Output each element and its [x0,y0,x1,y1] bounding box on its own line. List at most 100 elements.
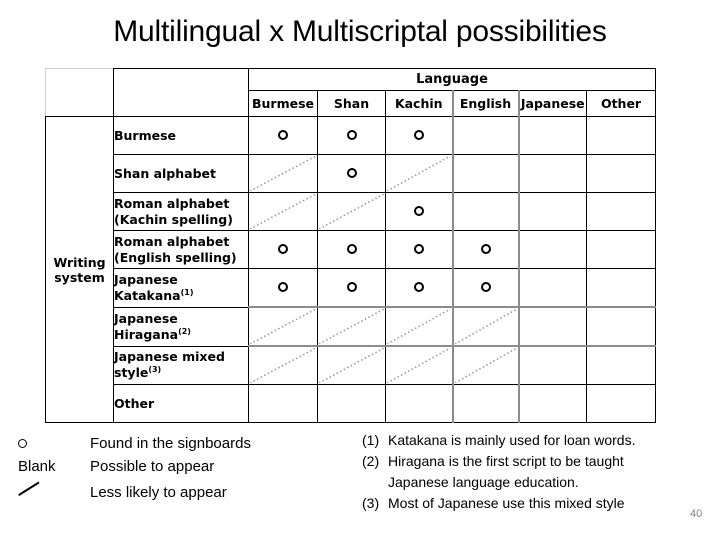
row-label-footnote-marker: (2) [178,326,191,336]
matrix-cell [585,230,657,269]
row-label-line1: Shan alphabet [114,165,216,181]
row-label: Roman alphabet (Kachin spelling) [113,192,249,231]
row-axis-label-line1: Writing [53,254,106,270]
diagonal-marker-icon [250,348,316,383]
matrix-cell [385,268,453,308]
row-label: Shan alphabet [113,154,249,193]
matrix-cell [317,384,386,423]
footnote-3-text: Most of Japanese use this mixed style [388,495,625,511]
matrix-cell [585,154,657,193]
matrix-cell [451,345,519,385]
column-header-english: English [451,90,519,117]
row-label-line1: Japanese [114,271,178,287]
circle-marker-icon [346,129,357,140]
row-label-footnote-marker: (3) [148,365,162,375]
matrix-cell [248,384,318,423]
diagonal-marker-icon [250,156,316,191]
column-header-japanese: Japanese [517,90,587,117]
matrix-cell [248,268,318,308]
table-row: Roman alphabet (Kachin spelling) [46,192,657,231]
matrix-cell [451,154,519,193]
matrix-cell [385,192,453,231]
row-axis-label-line2: system [54,269,105,285]
table-row: Roman alphabet (English spelling) [46,230,657,269]
circle-marker-icon [278,129,288,140]
diagonal-marker-icon [387,309,451,344]
legend-blank-word: Blank [18,455,90,478]
legend-slash-icon [18,478,90,501]
legend-label-unlikely: Less likely to appear [90,483,227,501]
header-row-group: Language [45,68,657,117]
row-label: Japanese mixed style(3) [113,345,249,385]
row-label: Japanese Katakana(1) [113,268,249,308]
footnotes: (1) Katakana is mainly used for loan wor… [362,430,712,514]
circle-marker-icon [413,205,424,216]
matrix-cell [317,268,386,308]
footnote-1: (1) Katakana is mainly used for loan wor… [362,430,712,451]
table-row: Writing system Burmese [45,116,657,423]
legend-label-possible: Possible to appear [90,458,215,475]
footnote-2: (2) Hiragana is the first script to be t… [362,451,712,472]
matrix-cell [517,230,587,269]
diagonal-marker-icon [319,348,384,383]
legend-item-unlikely: Less likely to appear [18,478,251,504]
matrix-cell [248,154,318,193]
row-label-line2: Katakana(1) [114,287,194,303]
diagonal-marker-icon [455,309,517,344]
matrix-cell [317,345,386,385]
circle-marker-icon [413,281,424,292]
circle-marker-icon [346,281,357,292]
diagonal-marker-icon [319,194,384,229]
matrix-cell [451,230,519,269]
matrix-cell [385,154,453,193]
diagonal-marker-icon [319,309,384,344]
matrix-cell [517,154,587,193]
matrix-cell [585,306,657,347]
footnote-3-number: (3) [362,495,380,511]
row-label: Burmese [113,116,249,155]
matrix-cell [451,116,519,155]
footnote-3: (3) Most of Japanese use this mixed styl… [362,493,712,514]
circle-marker-icon [346,167,357,178]
matrix-cell [585,345,657,385]
legend-circle-icon [18,432,90,455]
footnote-2-text: Hiragana is the first script to be taugh… [388,453,624,469]
footnote-1-number: (1) [362,432,380,448]
matrix-cell [385,116,453,155]
matrix-cell [248,192,318,231]
matrix-cell [385,230,453,269]
legend-blank-text: Blank [18,458,56,475]
legend-label-found: Found in the signboards [90,435,251,452]
legend: Found in the signboards Blank Possible t… [18,432,251,504]
row-label-line1: Roman alphabet [114,195,230,211]
row-label: Other [113,384,249,423]
row-label-line2: style(3) [114,365,162,381]
row-label-line2: Hiragana(2) [114,326,191,342]
row-label-footnote-marker: (1) [180,287,194,297]
matrix-cell [317,192,386,231]
circle-marker-icon [480,243,491,254]
diagonal-marker-icon [455,348,517,383]
matrix-cell [385,306,453,347]
matrix-cell [248,306,318,347]
table-row: Japanese Katakana(1) [46,268,657,308]
matrix-cell [317,154,386,193]
matrix-cell [517,384,587,423]
corner-cell-axis [45,68,114,117]
matrix-head: Language Burmese Shan Kachin English Jap… [45,68,657,117]
corner-cell-rowlabel [113,68,249,117]
matrix-cell [248,116,318,155]
matrix-cell [517,306,587,347]
matrix-cell [517,268,587,308]
slide-number: 40 [690,508,703,520]
legend-item-found: Found in the signboards [18,432,251,455]
circle-marker-icon [480,281,491,292]
circle-marker-icon [346,243,357,254]
column-header-shan: Shan [317,90,386,117]
language-group-header: Language [247,68,657,91]
matrix-cell [451,306,519,347]
matrix-cell [248,230,318,269]
legend-item-blank: Blank Possible to appear [18,455,251,478]
matrix-cell [585,384,657,423]
matrix-cell [585,192,657,231]
